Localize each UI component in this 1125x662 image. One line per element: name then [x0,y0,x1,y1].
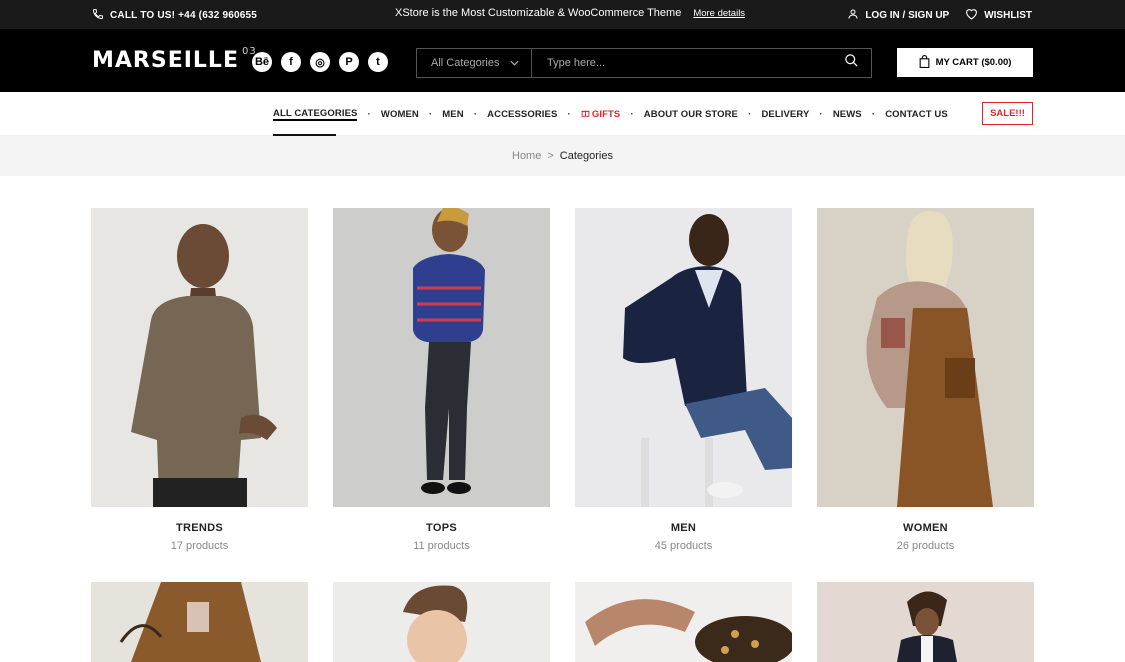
user-icon [847,8,859,23]
category-card[interactable] [817,582,1034,662]
phone-text: CALL TO US! +44 (632 960655 [110,10,258,21]
instagram-icon[interactable]: ◎ [310,52,330,72]
category-card[interactable] [91,582,308,662]
nav-separator: · [819,108,823,120]
nav-separator: · [630,108,634,120]
nav-label: GIFTS [591,108,621,120]
search-input[interactable] [532,49,831,77]
pinterest-icon[interactable]: P [339,52,359,72]
category-title[interactable]: TOPS [333,522,550,534]
category-image[interactable] [91,582,308,662]
login-link[interactable]: LOG IN / SIGN UP [847,8,949,23]
nav-label: WOMEN [380,108,419,120]
nav-label: ACCESSORIES [487,108,558,120]
breadcrumb-current: Categories [559,150,613,162]
main-navigation: ALL CATEGORIES · WOMEN · MEN · ACCESSORIES ·… [0,92,1125,136]
wishlist-link[interactable]: WISHLIST [965,8,1032,23]
site-logo[interactable]: MARSEILLE 03 [92,46,257,73]
category-image[interactable] [333,582,550,662]
category-image[interactable] [575,582,792,662]
nav-label: CONTACT US [885,108,948,120]
nav-separator: · [567,108,571,120]
twitter-icon[interactable]: t [368,52,388,72]
search-icon [844,53,859,73]
nav-label: DELIVERY [761,108,810,120]
heart-icon [965,8,978,23]
wishlist-label: WISHLIST [984,10,1032,21]
nav-separator: · [473,108,478,120]
login-label: LOG IN / SIGN UP [865,10,950,21]
nav-item-news[interactable]: NEWS · [833,92,885,136]
category-title[interactable]: WOMEN [817,522,1034,534]
nav-item-men[interactable]: MEN · [442,92,487,136]
nav-label: ALL CATEGORIES [273,107,358,121]
nav-label: NEWS [832,108,862,120]
facebook-icon[interactable]: f [281,52,301,72]
promo-banner: XStore is the Most Customizable & WooCom… [395,7,745,19]
cart-label: MY CART ($0.00) [935,57,1012,68]
category-card[interactable] [575,582,792,662]
call-to-us[interactable]: CALL TO US! +44 (632 960655 [92,8,257,23]
search-bar: All Categories [416,48,872,78]
nav-item-gifts[interactable]: GIFTS · [581,92,644,136]
breadcrumb: Home > Categories [0,136,1125,176]
nav-item-accessories[interactable]: ACCESSORIES · [487,92,581,136]
account-links: LOG IN / SIGN UP WISHLIST [847,8,1032,23]
behance-icon[interactable]: Bē [252,52,272,72]
category-image[interactable] [817,208,1034,507]
search-button[interactable] [831,49,871,77]
promo-text: XStore is the Most Customizable & WooCom… [395,7,682,19]
category-card-tops[interactable]: TOPS 11 products [333,208,550,552]
search-category-label: All Categories [431,57,500,69]
breadcrumb-separator: > [547,150,554,162]
nav-item-all-categories[interactable]: ALL CATEGORIES · [273,92,381,136]
category-count: 26 products [896,540,955,552]
category-image[interactable] [575,208,792,507]
gift-icon [581,108,590,120]
chevron-down-icon [510,57,519,69]
nav-separator: · [428,108,433,120]
category-title[interactable]: MEN [575,522,792,534]
category-card-men[interactable]: MEN 45 products [575,208,792,552]
category-image[interactable] [91,208,308,507]
nav-item-delivery[interactable]: DELIVERY · [761,92,832,136]
category-count: 45 products [654,540,713,552]
category-count: 17 products [170,540,229,552]
nav-label: ABOUT OUR STORE [643,108,738,120]
category-card-women[interactable]: WOMEN 26 products [817,208,1034,552]
cart-button[interactable]: MY CART ($0.00) [897,48,1033,77]
nav-separator: · [871,108,876,120]
shopping-bag-icon [919,54,930,71]
logo-text: MARSEILLE [92,48,239,73]
nav-separator: · [367,108,371,120]
breadcrumb-home[interactable]: Home [512,150,541,162]
category-image[interactable] [817,582,1034,662]
nav-item-contact-us[interactable]: CONTACT US [885,92,948,136]
nav-separator: · [748,108,752,120]
category-card[interactable] [333,582,550,662]
more-details-link[interactable]: More details [693,8,745,19]
nav-item-women[interactable]: WOMEN · [381,92,442,136]
search-category-select[interactable]: All Categories [417,49,532,77]
nav-item-about-our-store[interactable]: ABOUT OUR STORE · [644,92,762,136]
site-header: MARSEILLE03 Bē f ◎ P t All Categories MY… [0,29,1125,92]
category-card-trends[interactable]: TRENDS 17 products [91,208,308,552]
category-image[interactable] [333,208,550,507]
top-bar: CALL TO US! +44 (632 960655 XStore is th… [0,0,1125,29]
nav-label: MEN [442,108,464,120]
sale-button[interactable]: SALE!!! [982,102,1033,125]
phone-icon [92,8,104,23]
category-count: 11 products [413,540,470,552]
social-links: Bē f ◎ P t [252,52,388,72]
category-title[interactable]: TRENDS [91,522,308,534]
